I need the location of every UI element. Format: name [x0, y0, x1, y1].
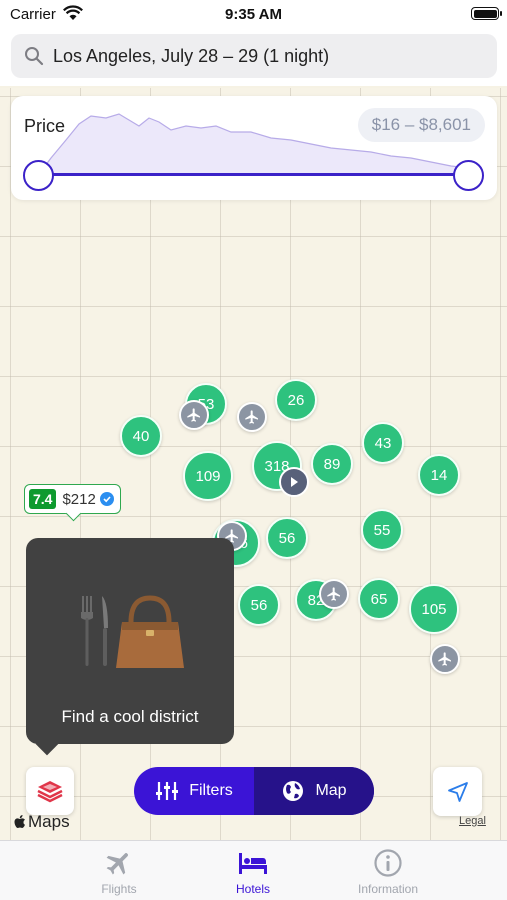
airport-pin[interactable]	[430, 644, 460, 674]
dining-shopping-icon	[81, 595, 184, 668]
search-field[interactable]: Los Angeles, July 28 – 29 (1 night)	[11, 34, 497, 78]
search-query: Los Angeles, July 28 – 29 (1 night)	[53, 46, 330, 66]
hotel-rating: 7.4	[29, 489, 57, 509]
filters-label: Filters	[189, 782, 233, 799]
price-filter-panel: Price $16 – $8,601	[11, 96, 497, 200]
airplane-icon	[438, 652, 451, 666]
tab-flights[interactable]: Flights	[59, 847, 179, 896]
status-bar: Carrier 9:35 AM	[0, 0, 507, 30]
airplane-icon	[187, 408, 200, 422]
tab-information[interactable]: Information	[328, 847, 448, 896]
hotel-cluster[interactable]: 14	[418, 454, 460, 496]
hotel-cluster[interactable]: 40	[120, 415, 162, 457]
globe-icon	[283, 781, 304, 801]
battery-icon	[471, 7, 502, 20]
airplane-icon	[327, 587, 340, 601]
sliders-icon	[156, 782, 179, 800]
hotel-cluster[interactable]: 65	[358, 578, 400, 620]
map-button[interactable]: Map	[254, 767, 374, 815]
airport-pin[interactable]	[319, 579, 349, 609]
layers-icon	[37, 781, 63, 803]
price-range-label: $16 – $8,601	[357, 108, 485, 142]
hotel-cluster[interactable]: 105	[409, 584, 459, 634]
tab-hotels[interactable]: Hotels	[193, 847, 313, 896]
district-tooltip[interactable]: Find a cool district	[26, 538, 234, 744]
airport-pin[interactable]	[237, 402, 267, 432]
clock: 9:35 AM	[225, 6, 282, 23]
tab-label: Hotels	[235, 882, 270, 896]
search-icon	[24, 46, 44, 71]
hotel-cluster[interactable]: 26	[275, 379, 317, 421]
hotel-cluster[interactable]: 43	[362, 422, 404, 464]
filters-button[interactable]: Filters	[134, 767, 254, 815]
price-filter-title: Price	[24, 116, 66, 136]
map-label: Map	[315, 782, 347, 799]
airport-pin[interactable]	[179, 400, 209, 430]
location-arrow-icon	[447, 781, 468, 802]
search-header: Los Angeles, July 28 – 29 (1 night)	[0, 30, 507, 86]
price-max-handle[interactable]	[453, 160, 484, 191]
legal-link[interactable]: Legal	[459, 815, 486, 827]
hotel-cluster[interactable]: 56	[266, 517, 308, 559]
bed-icon	[239, 853, 267, 874]
airplane-icon	[245, 410, 258, 424]
location-pin[interactable]	[279, 467, 309, 497]
hotel-cluster[interactable]: 55	[361, 509, 403, 551]
hotel-price: $212	[62, 490, 96, 508]
hotel-cluster[interactable]: 56	[238, 584, 280, 626]
hotel-cluster[interactable]: 89	[311, 443, 353, 485]
maps-logo-text: Maps	[28, 812, 70, 831]
apple-maps-logo: Maps	[13, 812, 70, 832]
apple-icon	[14, 815, 25, 828]
tab-label: Flights	[101, 882, 137, 896]
tab-label: Information	[357, 882, 419, 896]
verified-icon	[99, 492, 114, 506]
price-slider-track[interactable]	[39, 173, 469, 176]
tab-bar: Flights Hotels Information	[0, 840, 507, 900]
map-layers-button[interactable]	[26, 767, 74, 815]
tooltip-text: Find a cool district	[61, 707, 199, 726]
hotel-cluster[interactable]: 109	[183, 451, 233, 501]
airplane-icon	[106, 853, 128, 875]
flag-icon	[291, 477, 298, 487]
price-min-handle[interactable]	[23, 160, 54, 191]
hotel-price-tag[interactable]: 7.4 $212	[24, 484, 121, 514]
info-icon	[374, 849, 402, 877]
current-location-button[interactable]	[433, 767, 482, 816]
filters-map-toggle: Filters Map	[134, 767, 374, 815]
